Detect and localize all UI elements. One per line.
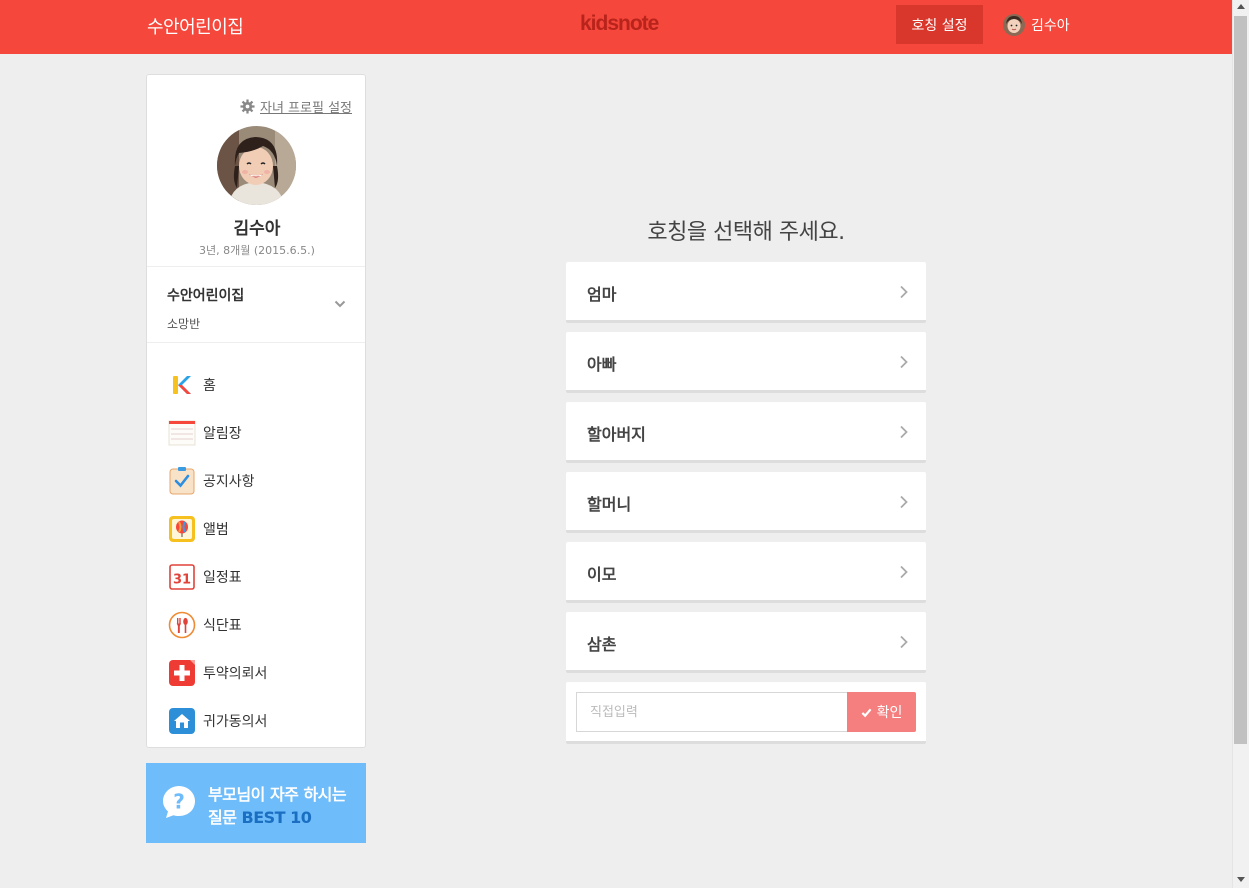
scroll-up-arrow-icon[interactable] [1237,4,1245,9]
child-profile-photo[interactable] [217,126,296,205]
custom-nickname-box: 확인 [566,682,926,744]
kidsnote-home-icon [168,371,196,399]
class-name: 소망반 [167,317,201,331]
nickname-settings-button[interactable]: 호칭 설정 [896,5,983,44]
faq-banner-line2: 질문 BEST 10 [208,804,312,828]
clipboard-check-icon [168,467,196,495]
sidebar-item-album[interactable]: 앨범 [168,505,358,553]
scrollbar-thumb[interactable] [1234,16,1247,744]
sidebar-item-notices[interactable]: 공지사항 [168,457,358,505]
sidebar-item-label: 공지사항 [203,474,255,490]
svg-text:?: ? [173,790,185,814]
custom-nickname-input[interactable] [576,692,848,732]
sidebar-item-label: 투약의뢰서 [203,666,268,682]
option-label: 할아버지 [587,425,646,444]
sidebar-item-label: 귀가동의서 [203,714,268,730]
sidebar-item-schedule[interactable]: 31 일정표 [168,553,358,601]
notebook-icon [168,419,196,447]
top-header-bar: 수안어린이집 kidsnote 호칭 설정 김수아 [0,0,1232,54]
sidebar-item-label: 일정표 [203,570,242,586]
school-title[interactable]: 수안어린이집 [147,13,244,39]
calendar-icon-number: 31 [173,573,191,588]
calendar-icon: 31 [168,563,196,591]
faq-banner-line1: 부모님이 자주 하시는 [208,785,347,804]
user-name: 김수아 [1031,18,1070,34]
question-bubble-icon: ? [163,786,195,818]
medical-cross-icon [168,659,196,687]
option-label: 이모 [587,565,617,584]
sidebar-item-label: 홈 [203,378,216,394]
faq-banner[interactable]: ? 부모님이 자주 하시는 질문 BEST 10 [146,763,366,843]
chevron-down-icon[interactable] [334,298,346,310]
album-balloon-icon [168,515,196,543]
chevron-right-icon [900,355,908,369]
divider [147,342,365,343]
sidebar-item-label: 알림장 [203,426,242,442]
option-mom[interactable]: 엄마 [566,262,926,323]
option-uncle[interactable]: 삼촌 [566,612,926,673]
child-sidebar: 자녀 프로필 설정 김수아 3년, 8개월 (2015.6.5.) 수안어린이집… [146,74,366,748]
option-grandfather[interactable]: 할아버지 [566,402,926,463]
option-label: 아빠 [587,355,617,374]
sidebar-item-home[interactable]: 홈 [168,361,358,409]
option-label: 삼촌 [587,635,617,654]
profile-settings-label: 자녀 프로필 설정 [260,101,352,116]
house-icon [168,707,196,735]
user-menu[interactable]: 김수아 [1003,14,1070,36]
sidebar-item-medication[interactable]: 투약의뢰서 [168,649,358,697]
faq-banner-line2-prefix: 질문 [208,808,242,827]
child-age: 3년, 8개월 (2015.6.5.) [199,244,315,257]
child-name: 김수아 [233,219,281,239]
kidsnote-logo[interactable]: kidsnote [580,12,659,36]
confirm-button-label: 확인 [876,705,903,721]
option-label: 할머니 [587,495,632,514]
gear-icon [240,99,255,114]
sidebar-item-label: 식단표 [203,618,242,634]
user-avatar [1003,14,1025,36]
sidebar-item-return-home[interactable]: 귀가동의서 [168,697,358,745]
chevron-right-icon [900,495,908,509]
faq-banner-best-label: BEST 10 [241,808,312,827]
page-title: 호칭을 선택해 주세요. [647,220,845,245]
option-grandmother[interactable]: 할머니 [566,472,926,533]
sidebar-item-notebook[interactable]: 알림장 [168,409,358,457]
check-icon [861,708,872,717]
chevron-right-icon [900,565,908,579]
divider [147,266,365,267]
chevron-right-icon [900,425,908,439]
option-aunt[interactable]: 이모 [566,542,926,603]
chevron-right-icon [900,635,908,649]
confirm-button[interactable]: 확인 [847,692,916,732]
fork-spoon-icon [168,611,196,639]
sidebar-menu: 홈 알림장 공지사항 앨범 31 일정표 식단표 투약의뢰서 귀가동의서 [168,361,358,745]
school-name: 수안어린이집 [167,288,245,304]
option-dad[interactable]: 아빠 [566,332,926,393]
child-profile-settings-link[interactable]: 자녀 프로필 설정 [240,97,352,116]
scroll-down-arrow-icon[interactable] [1237,877,1245,882]
sidebar-item-label: 앨범 [203,522,229,538]
sidebar-item-meal[interactable]: 식단표 [168,601,358,649]
option-label: 엄마 [587,285,617,304]
chevron-right-icon [900,285,908,299]
